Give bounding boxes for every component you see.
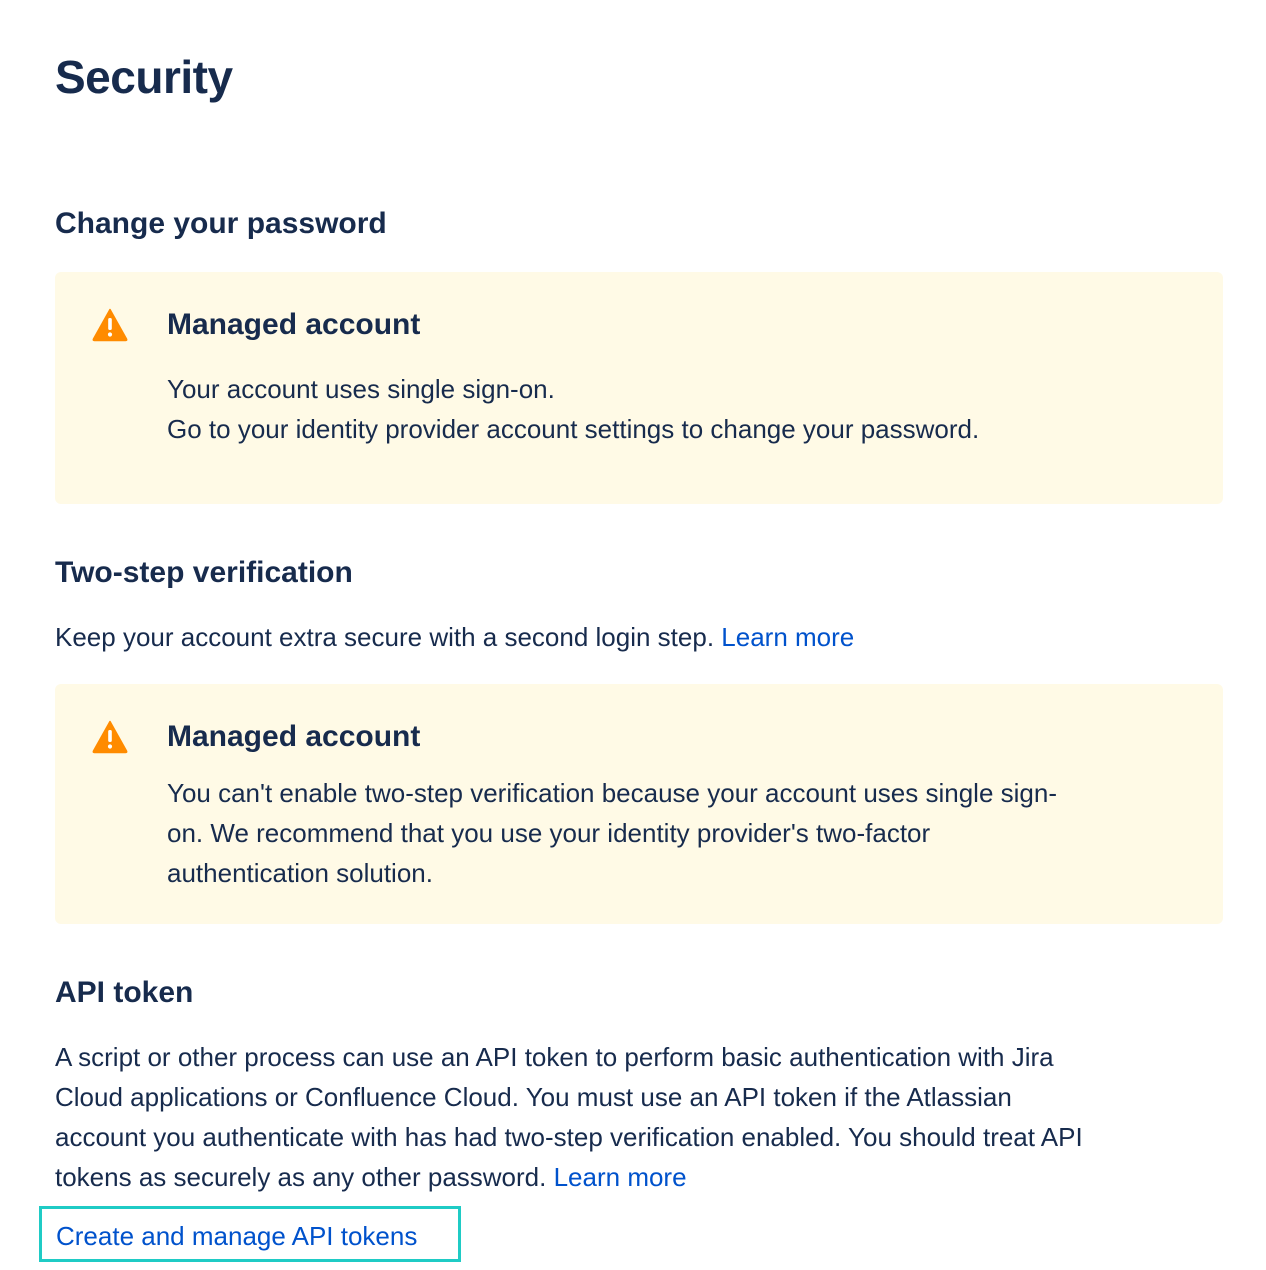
panel-message-line: Go to your identity provider account set… [167, 414, 980, 444]
panel-message-line: You can't enable two-step verification b… [167, 778, 1057, 808]
warning-icon [92, 720, 128, 754]
panel-message: You can't enable two-step verification b… [167, 773, 1197, 893]
panel-message-line: Your account uses single sign-on. [167, 374, 555, 404]
page-title: Security [55, 51, 233, 103]
two-step-description-text: Keep your account extra secure with a se… [55, 622, 715, 652]
two-step-managed-account-panel: Managed account You can't enable two-ste… [55, 684, 1223, 924]
api-token-heading: API token [55, 976, 194, 1009]
api-token-description-line: Cloud applications or Confluence Cloud. … [55, 1082, 1012, 1112]
api-token-description-line: tokens as securely as any other password… [55, 1157, 1083, 1197]
panel-message-line: authentication solution. [167, 858, 433, 888]
panel-title: Managed account [167, 308, 421, 341]
two-step-learn-more-link[interactable]: Learn more [721, 622, 854, 652]
warning-icon [92, 308, 128, 342]
panel-message: Your account uses single sign-on. Go to … [167, 369, 1197, 449]
api-token-description-line: A script or other process can use an API… [55, 1042, 1054, 1072]
api-token-description-line: account you authenticate with has had tw… [55, 1122, 1083, 1152]
two-step-heading: Two-step verification [55, 556, 353, 589]
create-manage-api-tokens-link[interactable]: Create and manage API tokens [56, 1219, 417, 1253]
api-token-description-text: tokens as securely as any other password… [55, 1162, 547, 1192]
password-managed-account-panel: Managed account Your account uses single… [55, 272, 1223, 504]
panel-message-line: on. We recommend that you use your ident… [167, 818, 931, 848]
two-step-description: Keep your account extra secure with a se… [55, 617, 854, 657]
password-heading: Change your password [55, 207, 387, 240]
api-token-description: A script or other process can use an API… [55, 1037, 1083, 1197]
panel-title: Managed account [167, 720, 421, 753]
highlight-box: Create and manage API tokens [39, 1206, 461, 1262]
api-token-learn-more-link[interactable]: Learn more [554, 1162, 687, 1192]
